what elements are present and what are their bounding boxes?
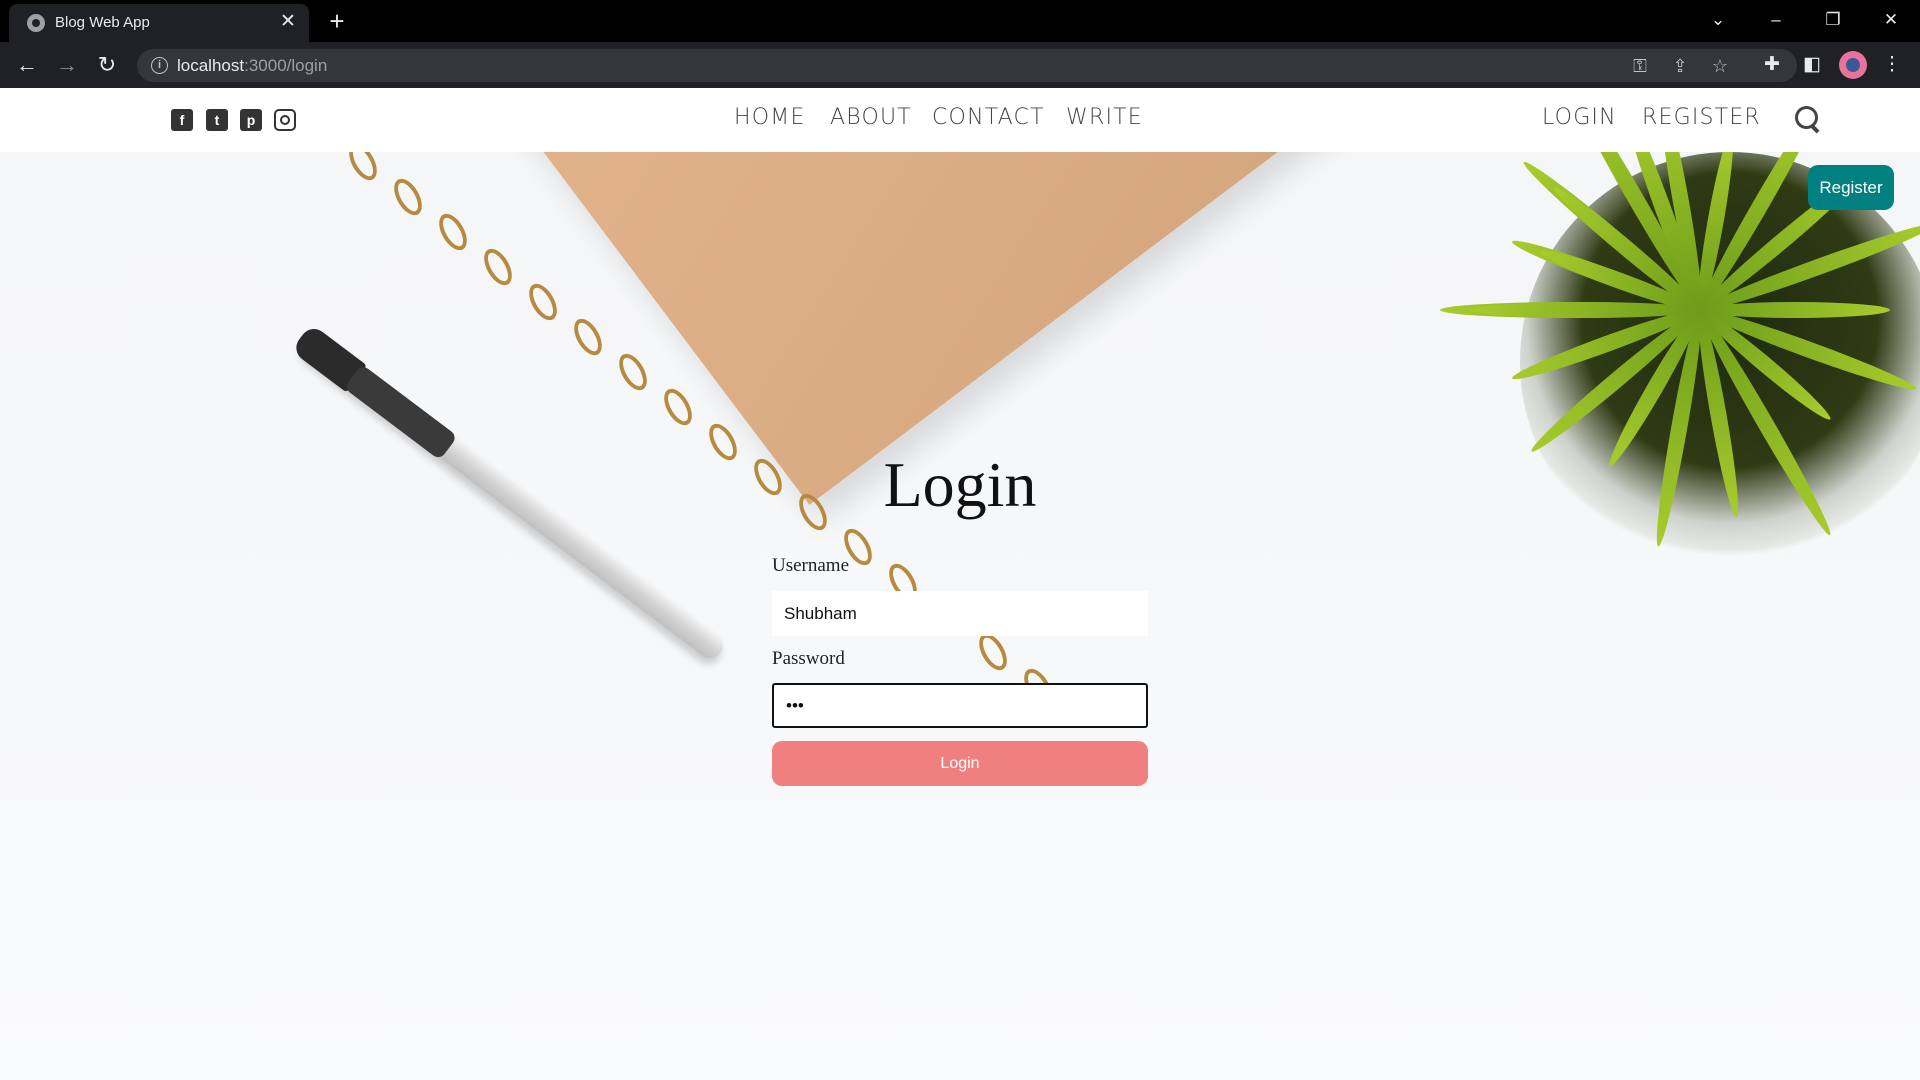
site-navbar: f t p HOME ABOUT CONTACT WRITE LOGIN REG… <box>0 88 1920 152</box>
spiral-ring <box>658 384 698 430</box>
pen-grip <box>343 364 458 461</box>
address-bar[interactable]: i localhost:3000/login ⚿ ⇪ ☆ <box>137 49 1797 82</box>
side-panel-icon[interactable]: ◧ <box>1798 51 1826 79</box>
spiral-ring <box>478 244 518 290</box>
username-input[interactable] <box>772 591 1148 636</box>
url-text: localhost:3000/login <box>177 56 327 76</box>
site-info-icon[interactable]: i <box>151 57 168 74</box>
extensions-icon[interactable]: ✚ <box>1758 51 1786 79</box>
nav-home[interactable]: HOME <box>734 105 806 130</box>
login-button[interactable]: Login <box>772 741 1148 786</box>
twitter-icon[interactable]: t <box>206 109 228 131</box>
menu-icon[interactable]: ⋮ <box>1878 51 1906 79</box>
globe-icon <box>27 14 45 32</box>
instagram-icon[interactable] <box>274 109 296 131</box>
nav-login[interactable]: LOGIN <box>1542 105 1617 130</box>
spiral-ring <box>523 279 563 325</box>
reload-button[interactable]: ↻ <box>91 49 123 81</box>
nav-write[interactable]: WRITE <box>1066 105 1143 130</box>
nav-register[interactable]: REGISTER <box>1642 105 1761 130</box>
close-window-button[interactable]: ✕ <box>1871 6 1911 34</box>
leaf <box>1470 302 1700 318</box>
url-host: localhost <box>177 56 245 75</box>
forward-button[interactable]: → <box>51 49 83 81</box>
username-label: Username <box>772 555 850 576</box>
password-input[interactable] <box>772 683 1148 728</box>
minimize-button[interactable]: – <box>1756 6 1796 34</box>
tab-title: Blog Web App <box>55 14 150 31</box>
spiral-ring <box>613 349 653 395</box>
share-icon[interactable]: ⇪ <box>1667 53 1693 79</box>
nav-contact[interactable]: CONTACT <box>932 105 1045 130</box>
password-label: Password <box>772 648 845 669</box>
spiral-ring <box>388 174 428 220</box>
browser-tab[interactable]: Blog Web App ✕ <box>9 4 309 42</box>
register-button[interactable]: Register <box>1808 165 1894 210</box>
pinterest-icon[interactable]: p <box>240 109 262 131</box>
page-content: f t p HOME ABOUT CONTACT WRITE LOGIN REG… <box>0 88 1920 1080</box>
close-tab-icon[interactable]: ✕ <box>277 11 299 33</box>
back-button[interactable]: ← <box>11 49 43 81</box>
star-icon[interactable]: ☆ <box>1707 53 1733 79</box>
spiral-ring <box>433 209 473 255</box>
restore-button[interactable]: ❐ <box>1813 6 1853 34</box>
facebook-icon[interactable]: f <box>171 109 193 131</box>
nav-about[interactable]: ABOUT <box>830 105 912 130</box>
search-icon[interactable] <box>1795 106 1821 132</box>
browser-tab-strip: Blog Web App ✕ + ⌄ – ❐ ✕ <box>0 0 1920 42</box>
spiral-ring <box>973 629 1013 675</box>
tab-search-icon[interactable]: ⌄ <box>1698 6 1738 34</box>
url-path: :3000/login <box>244 56 328 75</box>
new-tab-button[interactable]: + <box>323 7 351 35</box>
browser-toolbar: ← → ↻ i localhost:3000/login ⚿ ⇪ ☆ ✚ ◧ ⋮ <box>0 42 1920 88</box>
key-icon[interactable]: ⚿ <box>1627 53 1653 79</box>
profile-avatar[interactable] <box>1839 51 1867 79</box>
spiral-ring <box>568 314 608 360</box>
login-title: Login <box>883 449 1037 520</box>
